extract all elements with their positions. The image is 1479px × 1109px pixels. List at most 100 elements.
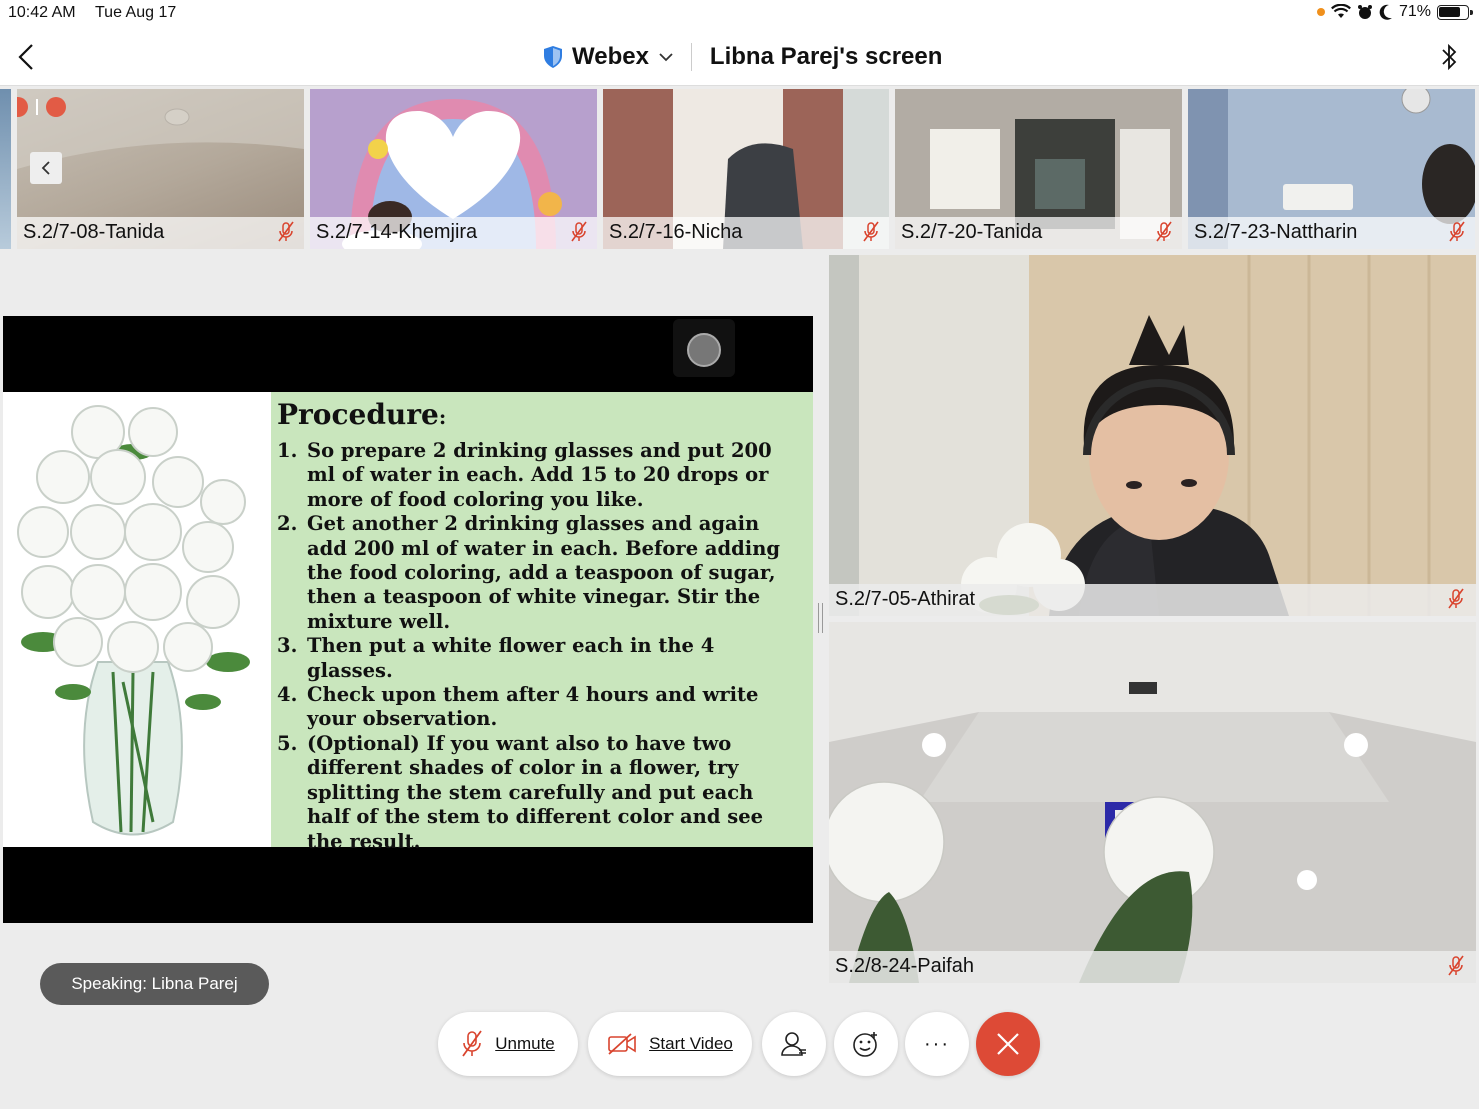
recording-indicator — [17, 97, 66, 117]
procedure-step: 1. So prepare 2 drinking glasses and put … — [277, 439, 801, 512]
step-text: Get another 2 drinking glasses and again… — [307, 512, 781, 633]
participant-thumbnail[interactable]: S.2/7-16-Nicha — [603, 89, 889, 249]
meeting-controls: Unmute Start Video ··· — [0, 1012, 1479, 1078]
participant-thumbnail[interactable]: S.2/7-23-Nattharin — [1188, 89, 1475, 249]
participant-thumbnail[interactable]: S.2/7-14-Khemjira — [310, 89, 597, 249]
active-speaker-badge: Speaking: Libna Parej — [40, 963, 269, 1005]
flower-vase-image — [3, 392, 271, 847]
separator — [36, 99, 38, 115]
participant-label: S.2/7-08-Tanida — [17, 217, 304, 249]
participant-label: S.2/7-23-Nattharin — [1188, 217, 1475, 249]
procedure-step: 4. Check upon them after 4 hours and writ… — [277, 683, 801, 732]
thumbnails-previous-button[interactable] — [30, 152, 62, 184]
step-number: 3. — [277, 634, 298, 658]
unmute-label: Unmute — [495, 1034, 555, 1053]
back-button[interactable] — [12, 40, 42, 74]
close-icon — [997, 1033, 1019, 1055]
header-divider — [690, 43, 692, 71]
bluetooth-button[interactable] — [1435, 40, 1463, 74]
white-roses-illustration — [17, 405, 250, 836]
participant-label: S.2/7-16-Nicha — [603, 217, 889, 249]
participant-name: S.2/7-05-Athirat — [835, 588, 976, 610]
muted-mic-icon — [1449, 221, 1465, 242]
step-text: Check upon them after 4 hours and write … — [307, 683, 759, 731]
app-name-menu[interactable]: Webex — [572, 43, 649, 71]
muted-mic-icon — [1448, 588, 1464, 609]
muted-mic-icon — [571, 221, 587, 242]
recording-dot-icon — [17, 97, 28, 117]
reactions-button[interactable] — [834, 1012, 898, 1076]
stop-dot-icon — [46, 97, 66, 117]
mic-in-use-dot-icon — [1316, 8, 1325, 16]
participant-name: S.2/7-20-Tanida — [901, 221, 1043, 243]
slide-title-text: Procedure — [277, 398, 439, 431]
step-number: 5. — [277, 731, 298, 755]
participant-name: S.2/7-08-Tanida — [23, 221, 165, 243]
panel-resize-handle[interactable] — [818, 603, 823, 633]
shield-icon — [544, 46, 562, 68]
procedure-step: 5. (Optional) If you want also to have tw… — [277, 732, 801, 854]
meeting-header: Webex Libna Parej's screen — [0, 28, 1479, 86]
participant-label: S.2/7-14-Khemjira — [310, 217, 597, 249]
moon-icon — [1379, 4, 1392, 20]
participant-video-feed — [829, 255, 1476, 616]
participant-thumbnail-strip: S.2/7-08-Tanida S.2/7-14-Khemjira S.2/7-… — [0, 89, 1479, 249]
status-bar: 10:42 AM Tue Aug 17 71% — [0, 0, 1479, 28]
presentation-slide: Procedure: 1. So prepare 2 drinking glass… — [3, 392, 813, 853]
step-text: (Optional) If you want also to have two … — [307, 731, 764, 853]
status-time: 10:42 AM — [8, 4, 76, 21]
wifi-icon — [1331, 4, 1351, 18]
step-number: 4. — [277, 683, 298, 707]
participant-video[interactable]: S.2/8-24-Paifah — [829, 622, 1476, 983]
participant-name: S.2/8-24-Paifah — [835, 955, 974, 977]
procedure-text: Procedure: 1. So prepare 2 drinking glass… — [271, 392, 813, 853]
more-icon: ··· — [924, 1032, 950, 1055]
participant-video-feed — [829, 622, 1476, 983]
more-options-button[interactable]: ··· — [905, 1012, 969, 1076]
participant-name: S.2/7-14-Khemjira — [316, 221, 478, 243]
status-date: Tue Aug 17 — [95, 4, 177, 21]
meeting-title-area: Webex Libna Parej's screen — [542, 40, 942, 74]
muted-mic-icon — [1448, 955, 1464, 976]
unmute-button[interactable]: Unmute — [438, 1012, 578, 1076]
procedure-step: 3. Then put a white flower each in the 4 … — [277, 634, 801, 683]
smiley-icon — [853, 1032, 877, 1057]
start-video-label: Start Video — [649, 1034, 733, 1053]
slide-title-colon: : — [438, 405, 447, 429]
participant-name: S.2/7-23-Nattharin — [1194, 221, 1358, 243]
battery-icon — [1437, 4, 1473, 20]
chevron-down-icon[interactable] — [659, 52, 673, 62]
participant-label: S.2/7-20-Tanida — [895, 217, 1182, 249]
start-video-button[interactable]: Start Video — [588, 1012, 752, 1076]
participant-thumbnail[interactable]: S.2/7-08-Tanida — [17, 89, 304, 249]
slide-title: Procedure: — [277, 398, 801, 431]
page-title: Libna Parej's screen — [709, 43, 943, 70]
alarm-icon — [1357, 5, 1372, 19]
participant-label: S.2/8-24-Paifah — [829, 951, 1476, 983]
step-text: So prepare 2 drinking glasses and put 20… — [307, 439, 772, 511]
participant-video[interactable]: S.2/7-05-Athirat — [829, 255, 1476, 616]
participant-thumbnail-partial[interactable] — [0, 89, 11, 249]
procedure-step: 2. Get another 2 drinking glasses and aga… — [277, 512, 801, 634]
procedure-steps: 1. So prepare 2 drinking glasses and put … — [277, 439, 801, 854]
step-text: Then put a white flower each in the 4 gl… — [307, 634, 715, 682]
shared-screen[interactable]: Procedure: 1. So prepare 2 drinking glass… — [3, 316, 813, 923]
participants-button[interactable] — [762, 1012, 826, 1076]
participant-name: S.2/7-16-Nicha — [609, 221, 743, 243]
muted-mic-icon — [1156, 221, 1172, 242]
muted-mic-icon — [278, 221, 294, 242]
chevron-left-icon — [41, 161, 50, 175]
participants-icon — [781, 1032, 806, 1056]
status-icons: 71% — [1316, 3, 1473, 21]
muted-mic-icon — [863, 221, 879, 242]
step-number: 1. — [277, 439, 298, 462]
leave-meeting-button[interactable] — [976, 1012, 1040, 1076]
muted-mic-icon — [462, 1030, 482, 1057]
bluetooth-icon — [1442, 43, 1457, 71]
battery-percent: 71% — [1398, 3, 1431, 20]
participant-label: S.2/7-05-Athirat — [829, 584, 1476, 616]
participant-thumbnail[interactable]: S.2/7-20-Tanida — [895, 89, 1182, 249]
video-off-icon — [608, 1033, 636, 1055]
camera-indicator — [673, 319, 735, 377]
chevron-left-icon — [18, 44, 33, 70]
